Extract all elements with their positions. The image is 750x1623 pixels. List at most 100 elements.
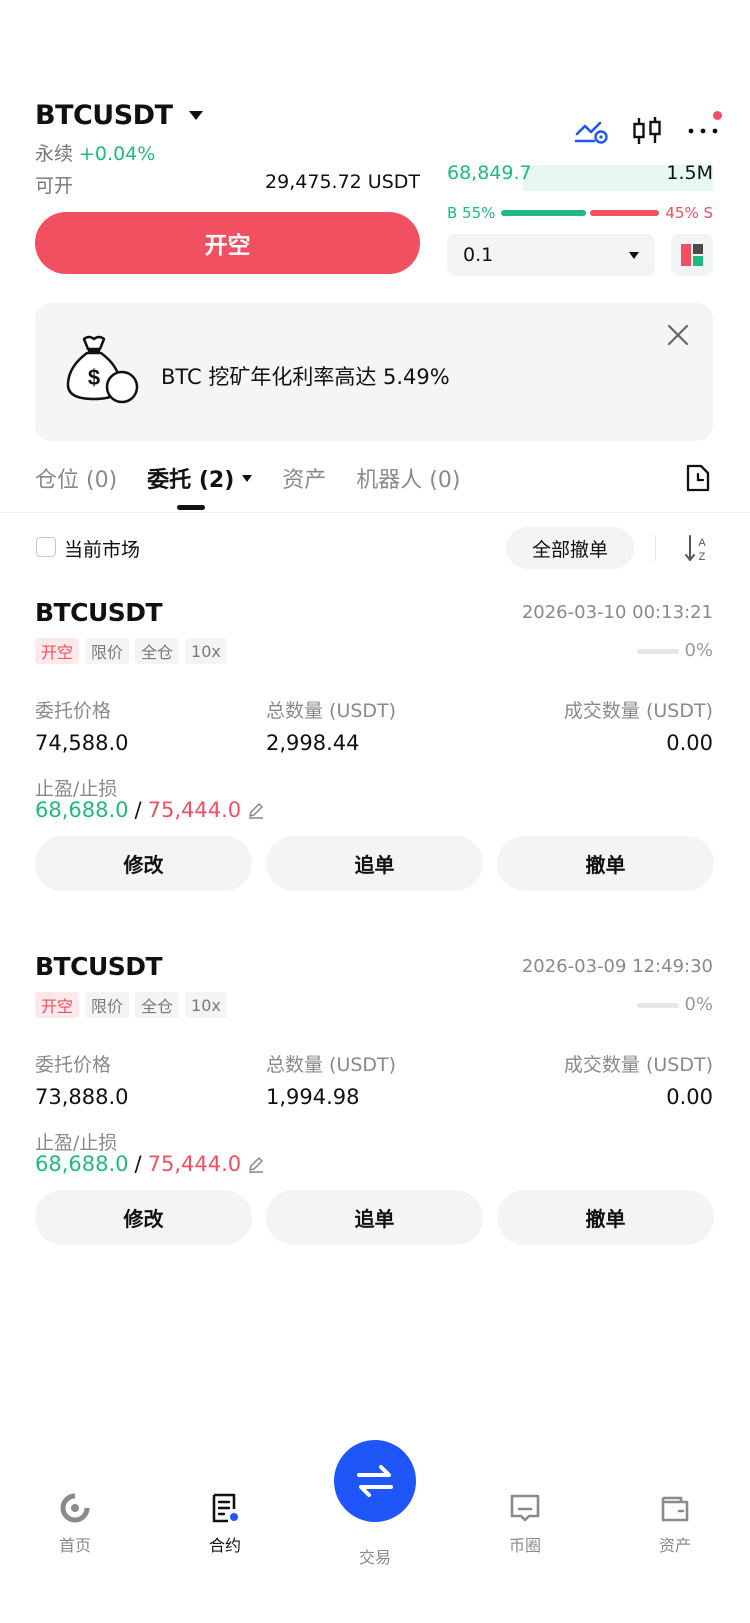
buy-ratio: B 55% xyxy=(447,204,496,222)
chevron-down-icon xyxy=(188,111,203,120)
fill-progress-bar xyxy=(637,649,679,654)
tag-side: 开空 xyxy=(35,992,80,1018)
tab-bots[interactable]: 机器人 (0) xyxy=(356,462,460,494)
order-price: 73,888.0 xyxy=(35,1085,129,1109)
home-icon xyxy=(60,1493,90,1523)
available-value: 29,475.72 USDT xyxy=(265,171,420,193)
swap-icon xyxy=(357,1465,393,1497)
svg-text:$: $ xyxy=(88,365,100,390)
contract-info: 永续 +0.04% xyxy=(35,139,155,166)
cancel-order-button[interactable]: 撤单 xyxy=(497,836,714,891)
filled-amount-label: 成交数量 (USDT) xyxy=(563,700,713,722)
chase-button[interactable]: 追单 xyxy=(266,1190,483,1245)
stop-loss-value: 75,444.0 xyxy=(147,798,242,822)
svg-text:A: A xyxy=(698,537,706,549)
trade-button[interactable] xyxy=(334,1440,416,1522)
order-tags: 开空 限价 全仓 10x xyxy=(35,638,227,664)
tpsl-separator: / xyxy=(134,1152,142,1176)
edit-icon[interactable] xyxy=(247,1155,265,1173)
sort-icon[interactable]: A Z xyxy=(684,533,710,563)
filled-amount: 0.00 xyxy=(666,1085,713,1109)
orderbook-price[interactable]: 68,849.7 xyxy=(447,162,532,184)
banner-text: BTC 挖矿年化利率高达 5.49% xyxy=(161,365,450,389)
bottom-nav: 首页 合约 交易 币圈 资产 xyxy=(0,1440,750,1580)
order-actions: 修改 追单 撤单 xyxy=(35,836,714,891)
nav-home[interactable]: 首页 xyxy=(35,1492,115,1556)
svg-text:Z: Z xyxy=(699,551,706,563)
tag-order-type: 限价 xyxy=(85,992,130,1018)
tag-leverage: 10x xyxy=(185,992,227,1018)
stop-loss-value: 75,444.0 xyxy=(147,1152,242,1176)
filled-amount: 0.00 xyxy=(666,731,713,755)
modify-button[interactable]: 修改 xyxy=(35,836,252,891)
nav-contract-label: 合约 xyxy=(208,1536,241,1555)
layout-icon xyxy=(681,244,703,266)
nav-assets[interactable]: 资产 xyxy=(635,1492,715,1556)
total-amount: 2,998.44 xyxy=(266,731,360,755)
nav-contract[interactable]: 合约 xyxy=(185,1492,265,1556)
cancel-order-button[interactable]: 撤单 xyxy=(497,1190,714,1245)
tab-orders[interactable]: 委托 (2) xyxy=(147,462,253,494)
tag-margin-mode: 全仓 xyxy=(135,638,180,664)
message-icon xyxy=(510,1494,540,1522)
divider xyxy=(0,512,750,513)
order-symbol: BTCUSDT xyxy=(35,598,163,627)
order-price-label: 委托价格 xyxy=(35,700,112,722)
tag-leverage: 10x xyxy=(185,638,227,664)
tpsl-values[interactable]: 68,688.0 / 75,444.0 xyxy=(35,798,265,822)
tpsl-label: 止盈/止损 xyxy=(35,1132,118,1154)
history-icon[interactable] xyxy=(684,463,712,493)
top-toolbar xyxy=(574,111,722,146)
notification-dot xyxy=(713,111,722,120)
wallet-icon xyxy=(661,1496,689,1522)
order-card: BTCUSDT 2026-03-10 00:13:21 开空 限价 全仓 10x… xyxy=(35,598,714,908)
tab-orders-label: 委托 (2) xyxy=(147,468,235,493)
tpsl-values[interactable]: 68,688.0 / 75,444.0 xyxy=(35,1152,265,1176)
fill-percent: 0% xyxy=(684,994,713,1015)
layout-button[interactable] xyxy=(671,234,713,276)
filled-amount-label: 成交数量 (USDT) xyxy=(563,1054,713,1076)
total-amount-label: 总数量 (USDT) xyxy=(266,1054,397,1076)
tpsl-label: 止盈/止损 xyxy=(35,778,118,800)
chevron-down-icon xyxy=(629,251,639,259)
order-card: BTCUSDT 2026-03-09 12:49:30 开空 限价 全仓 10x… xyxy=(35,952,714,1262)
chevron-down-icon xyxy=(242,474,253,482)
available-label: 可开 xyxy=(35,175,74,197)
tab-positions[interactable]: 仓位 (0) xyxy=(35,462,117,494)
order-tags: 开空 限价 全仓 10x xyxy=(35,992,227,1018)
active-tab-indicator xyxy=(177,505,205,510)
edit-icon[interactable] xyxy=(247,801,265,819)
tab-assets[interactable]: 资产 xyxy=(282,462,326,494)
close-icon[interactable] xyxy=(666,323,690,347)
contract-icon xyxy=(212,1493,238,1523)
take-profit-value: 68,688.0 xyxy=(35,1152,129,1176)
order-time: 2026-03-10 00:13:21 xyxy=(521,602,713,623)
quantity-value: 0.1 xyxy=(463,244,494,266)
strategy-icon[interactable] xyxy=(574,116,608,146)
cancel-all-button[interactable]: 全部撤单 xyxy=(506,527,634,569)
current-market-checkbox[interactable] xyxy=(36,537,56,557)
nav-trade-label[interactable]: 交易 xyxy=(335,1544,415,1568)
money-bag-icon: $ xyxy=(66,335,139,404)
open-short-button[interactable]: 开空 xyxy=(35,212,420,274)
tag-margin-mode: 全仓 xyxy=(135,992,180,1018)
order-symbol: BTCUSDT xyxy=(35,952,163,981)
modify-button[interactable]: 修改 xyxy=(35,1190,252,1245)
contract-type: 永续 xyxy=(35,143,74,165)
nav-circle[interactable]: 币圈 xyxy=(485,1492,565,1556)
candlestick-chart-icon[interactable] xyxy=(630,116,664,146)
quantity-select[interactable]: 0.1 xyxy=(447,234,655,276)
sell-ratio: 45% S xyxy=(665,204,713,222)
order-time: 2026-03-09 12:49:30 xyxy=(521,956,713,977)
divider xyxy=(655,535,656,561)
order-price: 74,588.0 xyxy=(35,731,129,755)
chase-button[interactable]: 追单 xyxy=(266,836,483,891)
current-market-label[interactable]: 当前市场 xyxy=(64,535,140,562)
sell-ratio-bar xyxy=(590,210,660,216)
more-icon[interactable] xyxy=(686,111,722,146)
symbol-selector[interactable]: BTCUSDT xyxy=(35,100,203,131)
tag-side: 开空 xyxy=(35,638,80,664)
fill-percent: 0% xyxy=(684,640,713,661)
order-actions: 修改 追单 撤单 xyxy=(35,1190,714,1245)
tag-order-type: 限价 xyxy=(85,638,130,664)
